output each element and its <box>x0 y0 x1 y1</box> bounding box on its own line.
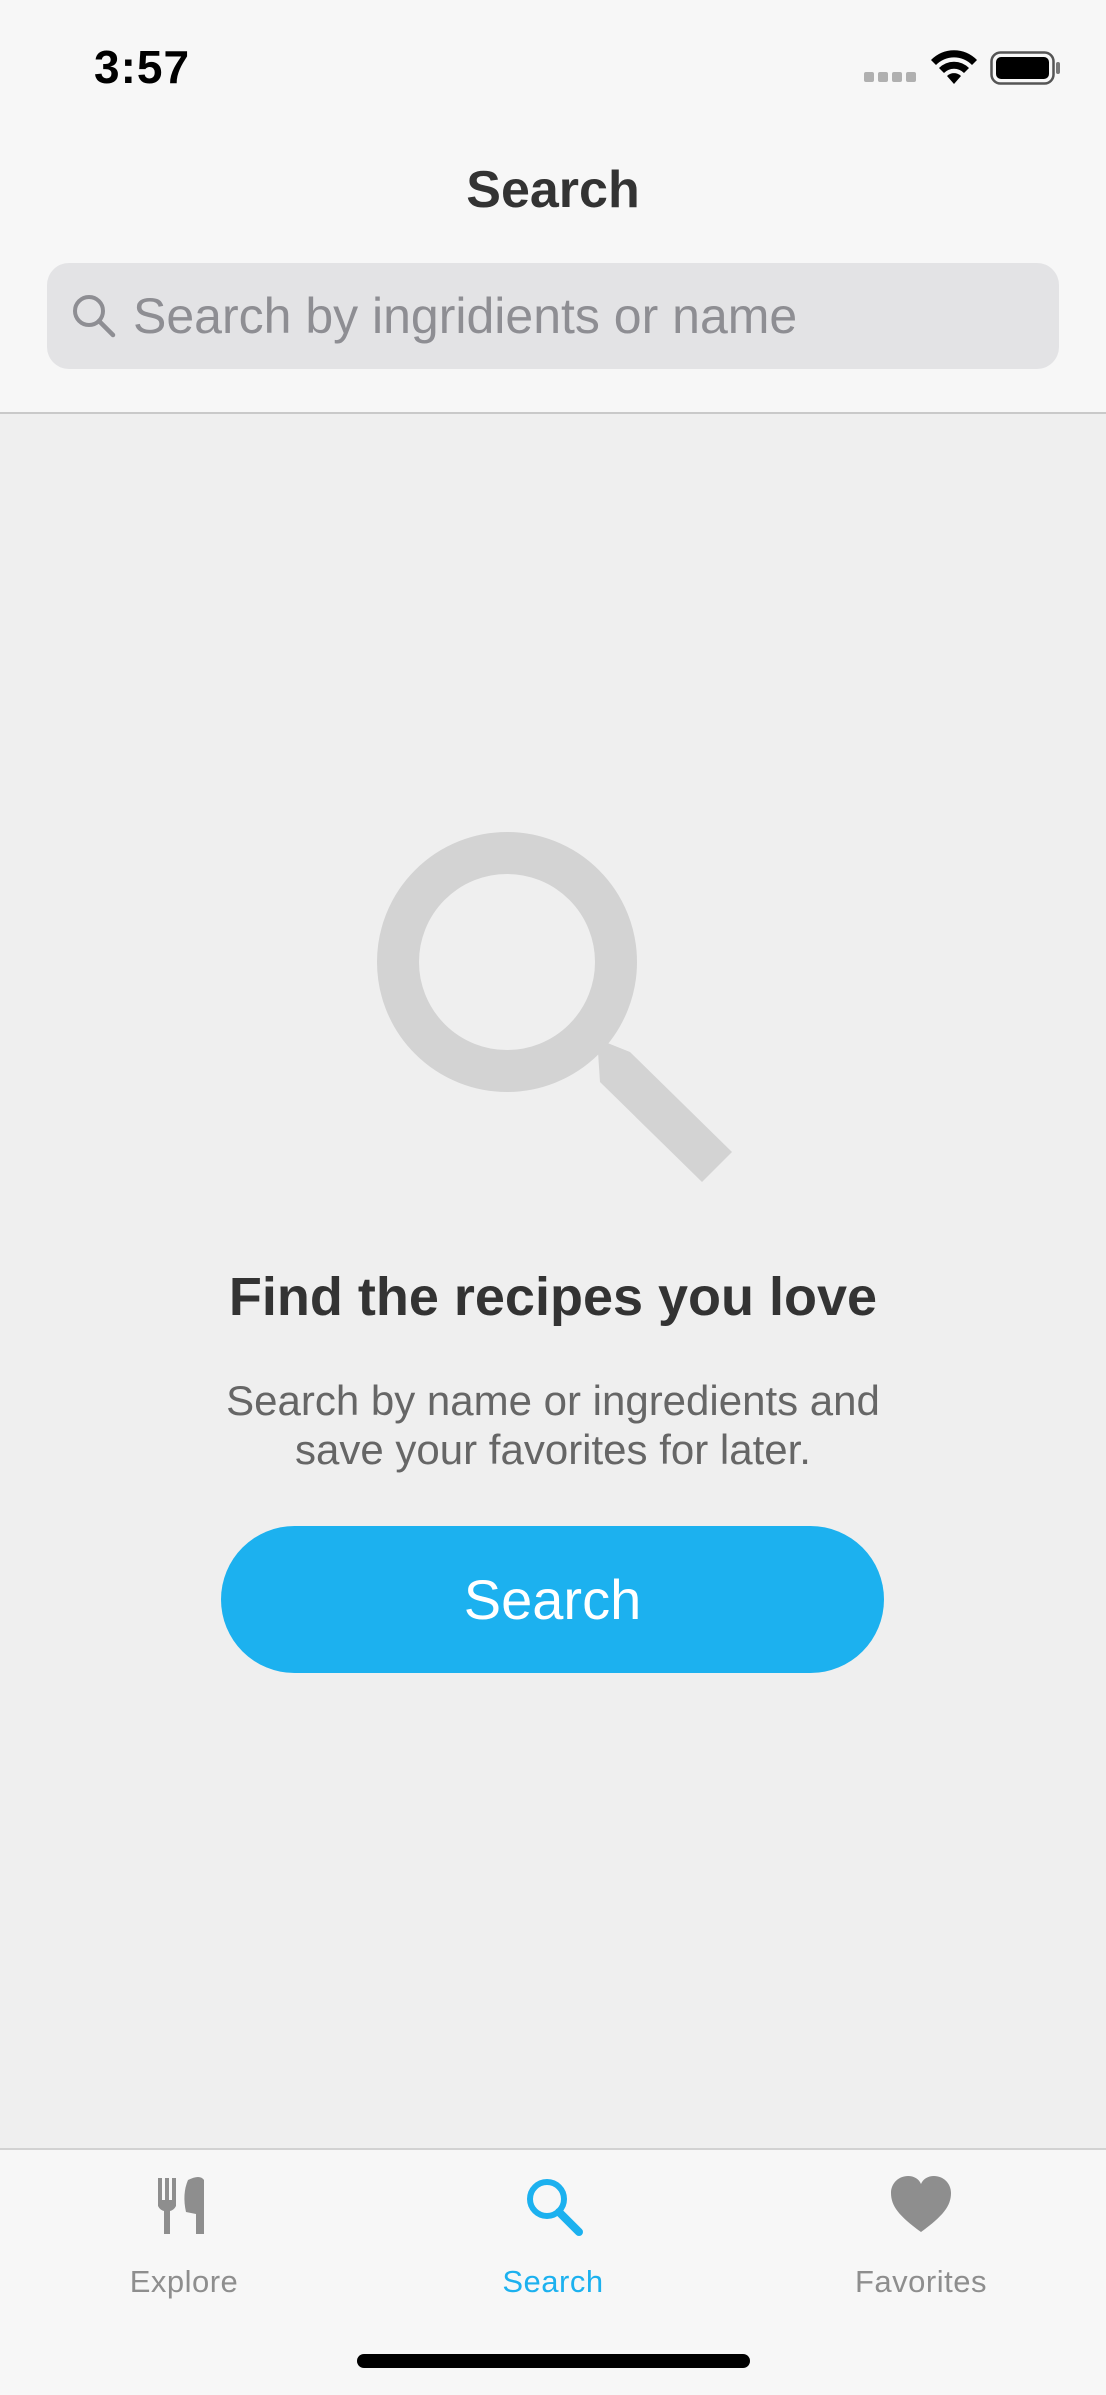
home-indicator[interactable] <box>357 2354 750 2368</box>
status-bar: 3:57 <box>0 0 1106 132</box>
tab-label: Favorites <box>855 2264 987 2299</box>
battery-icon <box>990 51 1060 85</box>
search-icon <box>73 295 116 338</box>
search-icon <box>527 2179 583 2236</box>
tab-bar: Explore Search Favorites <box>0 2148 1106 2395</box>
status-time: 3:57 <box>94 41 191 93</box>
heart-icon <box>891 2176 951 2232</box>
page-title: Search <box>466 161 640 219</box>
tab-explore[interactable]: Explore <box>0 2150 368 2310</box>
tab-search[interactable]: Search <box>369 2150 737 2310</box>
empty-state-title: Find the recipes you love <box>228 1267 878 1327</box>
empty-state-subtitle-line: save your favorites for later. <box>295 1426 811 1473</box>
wifi-icon <box>931 50 977 84</box>
empty-state-subtitle-line: Search by name or ingredients and <box>226 1377 880 1424</box>
tab-label: Explore <box>129 2264 239 2299</box>
navigation-header: Search <box>0 132 1106 414</box>
magnifier-illustration-icon <box>377 832 732 1182</box>
utensils-icon <box>158 2177 204 2234</box>
search-button[interactable]: Search <box>221 1526 884 1673</box>
tab-favorites[interactable]: Favorites <box>737 2150 1105 2310</box>
search-bar[interactable] <box>47 263 1059 369</box>
search-screen: 3:57 Search Find the recipes you <box>0 0 1106 2395</box>
search-input[interactable] <box>133 263 1033 369</box>
tab-label: Search <box>502 2264 604 2299</box>
cellular-signal-icon <box>864 72 916 82</box>
empty-state-subtitle: Search by name or ingredients and save y… <box>193 1376 913 1474</box>
